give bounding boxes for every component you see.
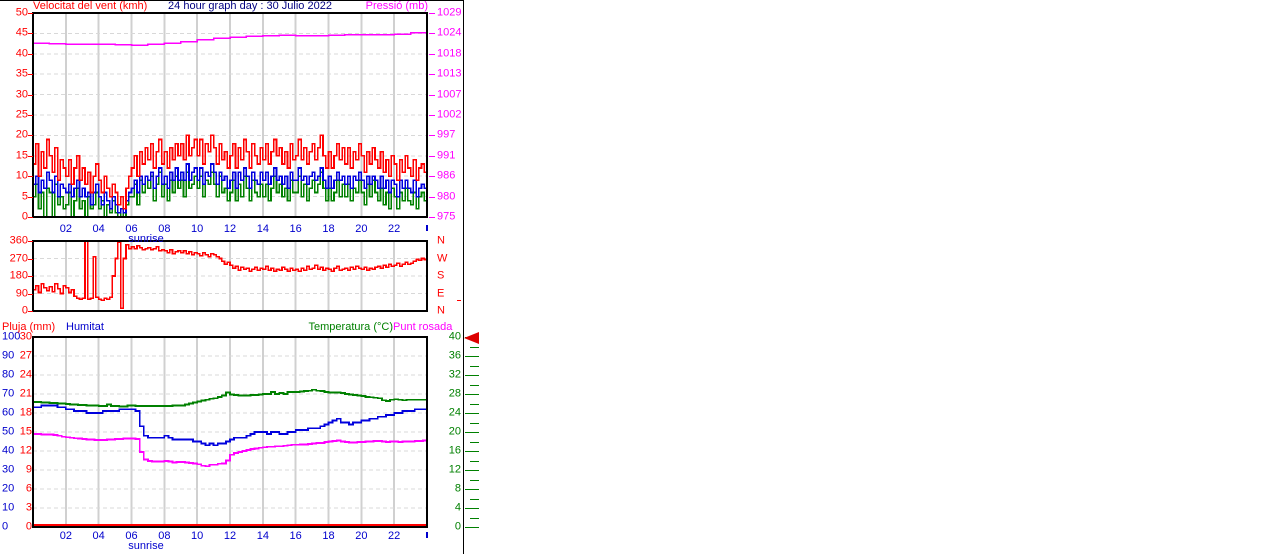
ruler-tick [470,384,479,386]
ruler-tick [465,356,479,357]
ruler-tick [470,422,479,424]
x-tick-label: 18 [322,530,335,542]
ruler-tick [470,403,479,405]
x-tick-label: 16 [289,530,302,542]
ruler-tick [465,375,479,376]
x-tick-label: 02 [59,530,72,542]
ruler-tick [470,517,479,519]
ruler-tick [465,451,479,452]
ruler-tick [470,460,479,462]
ruler-tick [470,346,479,348]
ruler-tick [470,365,479,367]
x-tick-label: 04 [92,530,105,542]
temperature-ruler [463,0,483,554]
x-tick-label: 22 [388,530,401,542]
ruler-tick [465,470,479,471]
x-tick-label: 14 [256,530,269,542]
ruler-tick [465,527,479,528]
clipped-end-tick-bottom [426,532,428,538]
ruler-tick [470,479,479,481]
x-tick-label: 10 [191,530,204,542]
ruler-tick [465,489,479,490]
ruler-tick [465,413,479,414]
weather-graph-page: { "title": "24 hour graph day : 30 Julio… [0,0,1280,554]
ruler-tick [465,508,479,509]
ruler-tick [465,394,479,395]
sunrise-label-bottom: sunrise [128,540,164,552]
ruler-tick [470,498,479,500]
x-tick-label: 20 [355,530,368,542]
ruler-tick [465,432,479,433]
temperature-marker-arrow-icon [464,332,479,344]
ruler-tick [470,441,479,443]
x-tick-label: 12 [223,530,237,542]
bottom-x-axis: 02 04 06 08 10 12 14 16 18 20 22 [0,0,464,554]
